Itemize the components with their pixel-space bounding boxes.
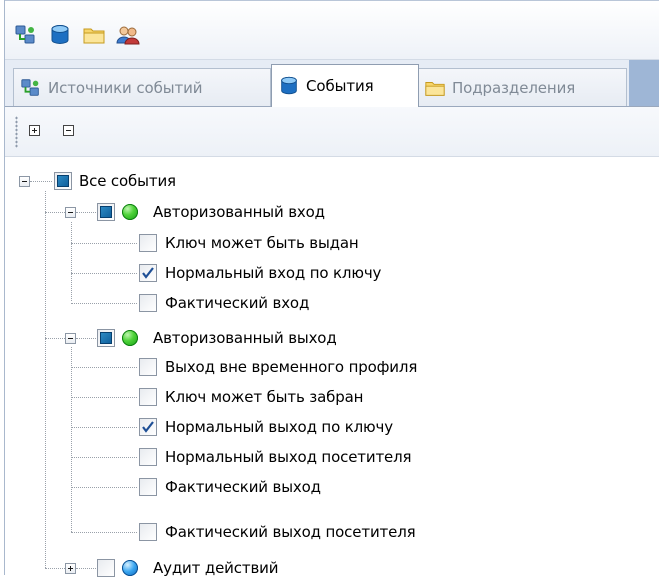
tree-node-label: Фактический выход посетителя (165, 523, 416, 541)
status-green-icon (122, 204, 138, 220)
collapse-toggle[interactable] (19, 176, 30, 187)
tab-label: События (306, 77, 374, 95)
tab-departments[interactable]: Подразделения (417, 68, 627, 106)
tree-guide (71, 347, 72, 532)
tree-checkbox[interactable] (139, 358, 157, 376)
tree-node-event[interactable]: Нормальный вход по ключу (165, 258, 381, 288)
toolbar-grip[interactable] (15, 116, 18, 148)
collapse-toggle[interactable] (65, 333, 76, 344)
tree-checkbox[interactable] (97, 203, 115, 221)
check-icon (142, 421, 154, 433)
tree-checkbox[interactable] (139, 523, 157, 541)
tree-node-label: Все события (79, 172, 176, 190)
tree-guide (71, 273, 137, 274)
departments-button[interactable] (79, 21, 109, 49)
status-blue-icon (122, 560, 138, 576)
tree-guide (71, 532, 137, 533)
tree-node-event[interactable]: Нормальный выход по ключу (165, 412, 393, 442)
tree-guide (71, 222, 72, 301)
event-sources-button[interactable] (11, 21, 41, 49)
tab-strip-overflow (629, 60, 659, 106)
tree-guide (45, 568, 65, 569)
tree-guide (71, 243, 137, 244)
events-window: Источники событий События Подразделения (4, 0, 659, 577)
tree-checkbox[interactable] (139, 264, 157, 282)
tree-checkbox[interactable] (139, 388, 157, 406)
tree-checkbox[interactable] (139, 448, 157, 466)
events-tree[interactable]: Все события Авторизованный вход Ключ мож… (5, 157, 659, 577)
tree-guide (45, 212, 65, 213)
tab-label: Подразделения (452, 78, 576, 97)
main-toolbar (5, 0, 659, 60)
tree-toolbar (5, 107, 659, 157)
tree-node-label: Выход вне временного профиля (165, 358, 418, 376)
tree-guide (71, 457, 137, 458)
tree-node-all-events[interactable]: Все события (79, 166, 176, 196)
tree-checkbox[interactable] (97, 329, 115, 347)
tree-checkbox[interactable] (139, 294, 157, 312)
folder-icon (83, 28, 105, 44)
tree-node-label: Нормальный выход посетителя (165, 448, 412, 466)
tree-guide (45, 191, 46, 568)
tree-checkbox[interactable] (139, 478, 157, 496)
event-sources-icon (21, 78, 39, 96)
tree-node-event[interactable]: Ключ может быть забран (165, 382, 363, 412)
tree-node-label: Фактический выход (165, 478, 321, 496)
tree-node-label: Нормальный выход по ключу (165, 418, 393, 436)
events-db-icon (51, 25, 69, 44)
tree-node-event[interactable]: Выход вне временного профиля (165, 352, 417, 382)
tree-checkbox[interactable] (97, 559, 115, 577)
tree-guide (30, 181, 52, 182)
event-sources-icon (15, 25, 35, 44)
tree-checkbox[interactable] (139, 418, 157, 436)
status-green-icon (122, 330, 138, 346)
tree-guide (71, 487, 137, 488)
tree-guide (71, 427, 137, 428)
tree-guide (76, 568, 96, 569)
tree-node-label: Ключ может быть выдан (165, 234, 359, 252)
tree-guide (45, 338, 65, 339)
folder-icon (425, 81, 445, 96)
check-icon (142, 267, 154, 279)
tree-node-event[interactable]: Ключ может быть выдан (165, 228, 359, 258)
tree-guide (71, 397, 137, 398)
tree-node-label: Нормальный вход по ключу (165, 264, 382, 282)
tree-node-event[interactable]: Фактический выход (165, 472, 321, 502)
tree-node-event[interactable]: Нормальный выход посетителя (165, 442, 412, 472)
tree-guide (71, 303, 137, 304)
tree-node-label: Авторизованный выход (153, 329, 337, 347)
events-button[interactable] (45, 21, 75, 49)
tab-events[interactable]: События (271, 64, 419, 107)
tab-strip: Источники событий События Подразделения (5, 60, 659, 107)
events-db-icon (281, 76, 297, 95)
tree-guide (76, 338, 96, 339)
tree-node-group[interactable]: Аудит действий (153, 553, 278, 583)
tree-node-event[interactable]: Фактический вход (165, 288, 309, 318)
tree-checkbox[interactable] (139, 234, 157, 252)
tree-checkbox[interactable] (54, 172, 72, 190)
tree-node-event[interactable]: Фактический выход посетителя (165, 517, 416, 547)
expand-toggle[interactable] (65, 563, 76, 574)
expand-all-button[interactable] (29, 125, 40, 136)
tree-guide (71, 367, 137, 368)
tree-node-label: Фактический вход (165, 294, 310, 312)
tree-node-label: Авторизованный вход (153, 203, 325, 221)
tree-guide (76, 212, 96, 213)
tab-label: Источники событий (48, 78, 203, 97)
tree-node-label: Ключ может быть забран (165, 388, 364, 406)
collapse-toggle[interactable] (65, 207, 76, 218)
collapse-all-button[interactable] (63, 125, 74, 136)
users-icon (116, 26, 140, 45)
tab-event-sources[interactable]: Источники событий (13, 68, 271, 106)
tree-node-label: Аудит действий (153, 559, 279, 577)
users-button[interactable] (113, 21, 143, 49)
tree-node-group[interactable]: Авторизованный выход (153, 323, 337, 353)
tree-node-group[interactable]: Авторизованный вход (153, 197, 325, 227)
